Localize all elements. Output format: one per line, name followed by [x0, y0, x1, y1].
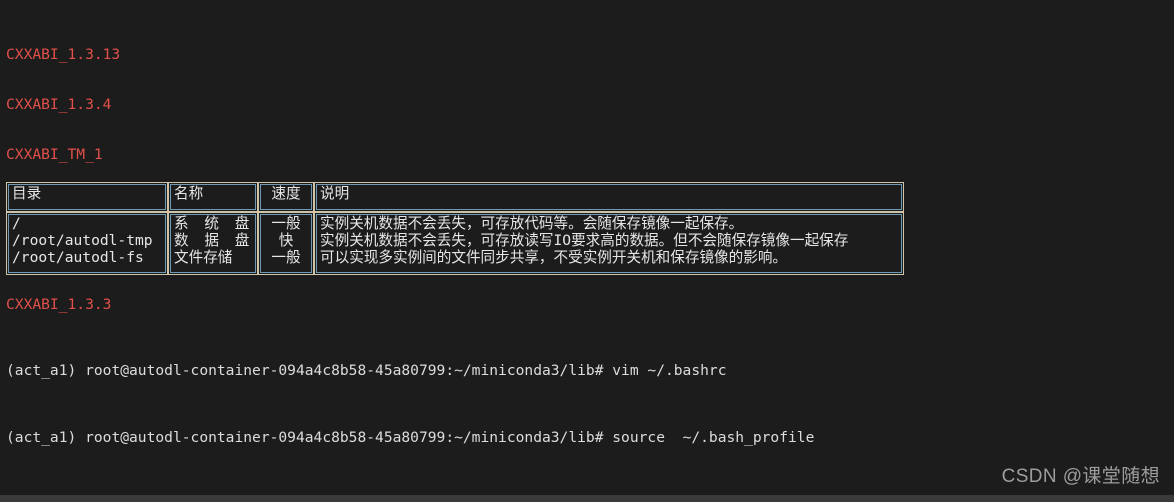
- speed-value: 一般: [271, 248, 301, 266]
- shell-prompt: root@autodl-container-094a4c8b58-45a8079…: [85, 428, 604, 446]
- table-cell-directories: //root/autodl-tmp/root/autodl-fs: [6, 212, 168, 275]
- table-cell-names: 系 统 盘数 据 盘文件存储: [168, 212, 258, 275]
- desc-value: 实例关机数据不会丢失，可存放读写IO要求高的数据。但不会随保存镜像一起保存: [320, 231, 849, 249]
- symbol-text: CXXABI_1.3.3: [6, 295, 112, 313]
- shell-prompt: root@autodl-container-094a4c8b58-45a8079…: [85, 362, 604, 380]
- speed-value: 快: [278, 231, 294, 249]
- table-cell-descriptions: 实例关机数据不会丢失，可存放代码等。会随保存镜像一起保存。 实例关机数据不会丢失，…: [314, 212, 904, 275]
- env-prefix: (act_a1): [6, 362, 77, 380]
- table-header-description: 说明: [314, 182, 904, 212]
- dir-value: /root/autodl-fs: [12, 248, 144, 266]
- table-header-row: 目录 名称 速度 说明: [6, 182, 904, 212]
- name-value: 数 据 盘: [174, 231, 253, 249]
- command-line: (act_a1) root@autodl-container-094a4c8b5…: [6, 363, 1168, 380]
- window-bottom-bar: [0, 495, 1174, 502]
- table-header-name: 名称: [168, 182, 258, 212]
- symbol-line: CXXABI_1.3.3: [6, 295, 1168, 314]
- speed-value: 一般: [271, 215, 301, 232]
- env-prefix: (act_a1): [6, 428, 77, 446]
- name-value: 文件存储: [174, 248, 233, 266]
- name-value: 系 统 盘: [174, 215, 253, 232]
- symbol-text: CXXABI_1.3.4: [6, 95, 112, 113]
- dir-value: /root/autodl-tmp: [12, 231, 153, 249]
- directory-table: 目录 名称 速度 说明 //root/autodl-tmp/root/autod…: [6, 182, 904, 275]
- command-text: vim ~/.bashrc: [603, 362, 727, 380]
- desc-value: 可以实现多实例间的文件同步共享，不受实例开关机和保存镜像的影响。: [320, 248, 788, 266]
- watermark: CSDN @课堂随想: [1001, 466, 1160, 487]
- table-body-row: //root/autodl-tmp/root/autodl-fs 系 统 盘数 …: [6, 212, 904, 275]
- dir-value: /: [12, 215, 21, 232]
- symbol-line: CXXABI_1.3.4: [6, 95, 1168, 114]
- desc-value: 实例关机数据不会丢失，可存放代码等。会随保存镜像一起保存。: [320, 215, 744, 232]
- command-text: source ~/.bash_profile: [603, 428, 815, 446]
- symbol-text: CXXABI_TM_1: [6, 145, 103, 163]
- terminal-window[interactable]: CXXABI_1.3.13 CXXABI_1.3.4 CXXABI_TM_1 C…: [0, 0, 1174, 502]
- symbol-line: CXXABI_1.3.13: [6, 45, 1168, 64]
- command-line: (act_a1) root@autodl-container-094a4c8b5…: [6, 428, 1168, 447]
- symbol-text: CXXABI_1.3.13: [6, 45, 121, 63]
- table-header-speed: 速度: [258, 182, 314, 212]
- directory-table-wrap: 目录 名称 速度 说明 //root/autodl-tmp/root/autod…: [6, 182, 904, 275]
- table-cell-speeds: 一般快一般: [258, 212, 314, 275]
- table-header-directory: 目录: [6, 182, 168, 212]
- symbol-line: CXXABI_TM_1: [6, 145, 1168, 164]
